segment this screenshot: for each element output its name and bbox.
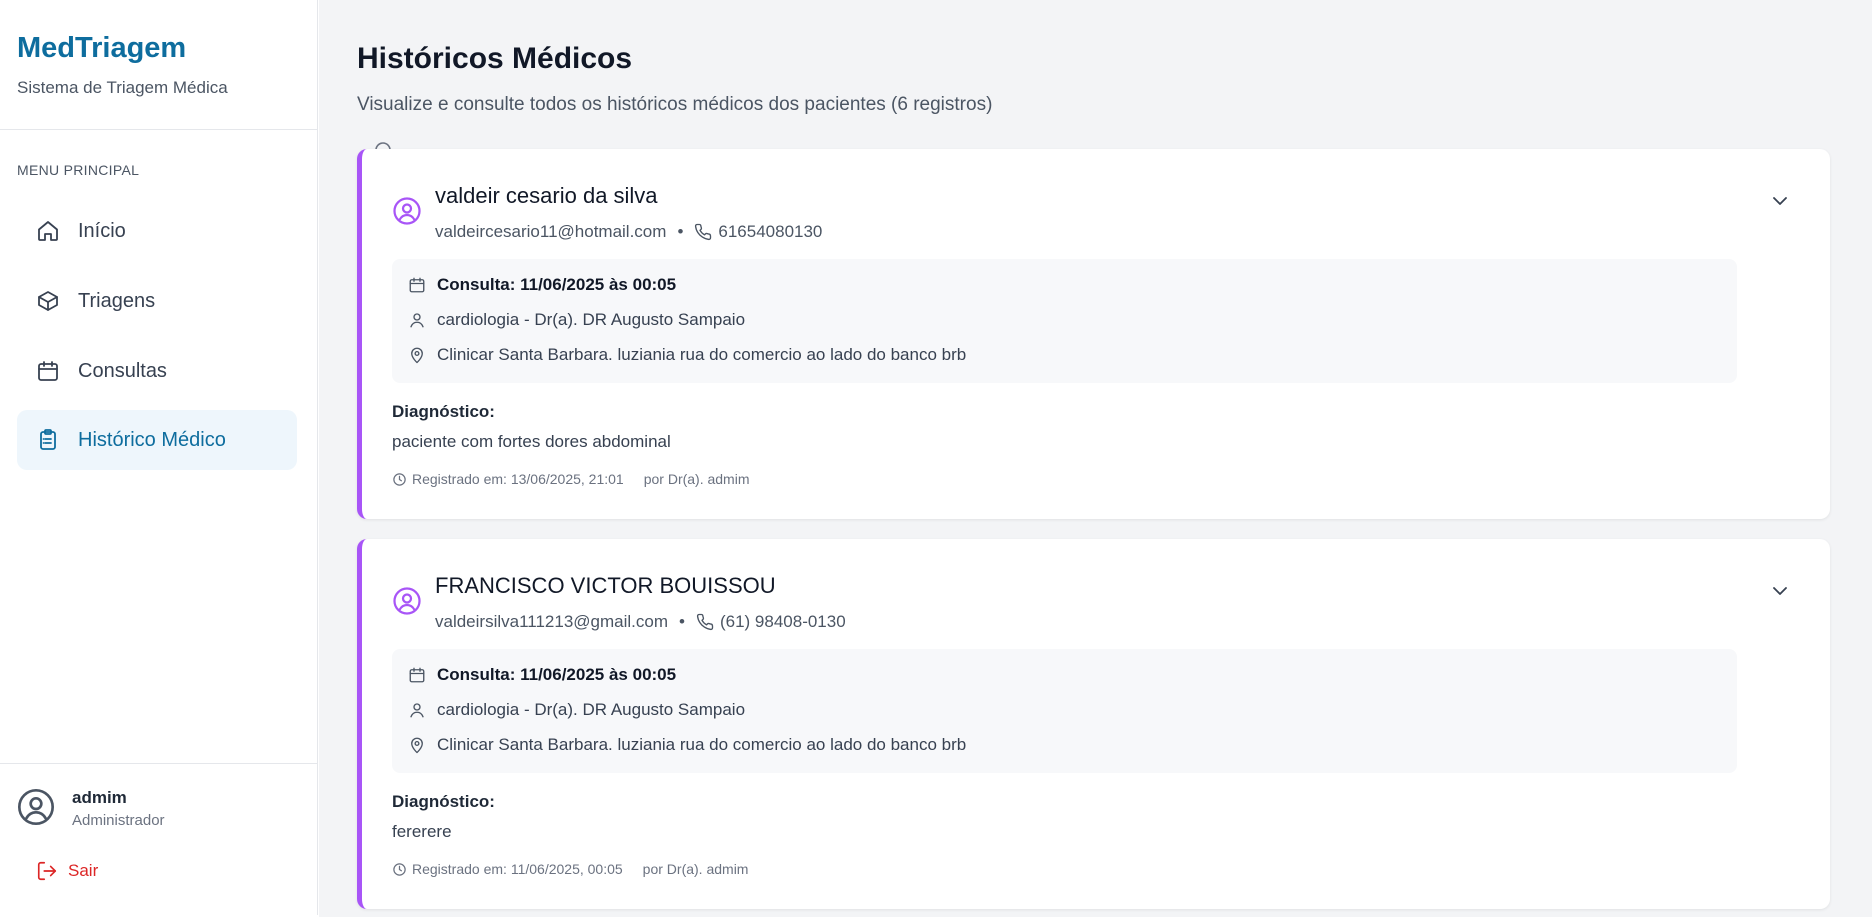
sidebar-item-label: Histórico Médico	[78, 428, 226, 451]
sidebar-item-triagens[interactable]: Triagens	[17, 271, 297, 331]
diagnosis-label: Diagnóstico:	[392, 402, 495, 421]
calendar-icon	[407, 275, 427, 295]
registered-info: Registrado em: 13/06/2025, 21:01 por Dr(…	[392, 471, 750, 487]
patient-contact: valdeircesario11@hotmail.com • 616540801…	[435, 222, 822, 242]
patient-email: valdeirsilva111213@gmail.com	[435, 612, 669, 631]
user-role: Administrador	[72, 812, 165, 829]
sidebar-item-consultas[interactable]: Consultas	[17, 341, 297, 401]
location-row: Clinicar Santa Barbara. luziania rua do …	[407, 735, 966, 755]
location-text: Clinicar Santa Barbara. luziania rua do …	[437, 345, 967, 364]
medical-record-card[interactable]: FRANCISCO VICTOR BOUISSOU valdeirsilva11…	[357, 539, 1830, 909]
calendar-icon	[36, 359, 60, 383]
sidebar-divider	[0, 763, 318, 764]
doctor-specialty: cardiologia - Dr(a). DR Augusto Sampaio	[437, 310, 746, 329]
consultation-details: Consulta: 11/06/2025 às 00:05 cardiologi…	[392, 649, 1737, 773]
calendar-icon	[407, 665, 427, 685]
brand-subtitle: Sistema de Triagem Médica	[17, 78, 228, 97]
diagnosis-label: Diagnóstico:	[392, 792, 495, 811]
sidebar-item-inicio[interactable]: Início	[17, 201, 297, 261]
sidebar-item-historico-medico[interactable]: Histórico Médico	[17, 410, 297, 470]
app-window: MedTriagem Sistema de Triagem Médica MEN…	[0, 0, 1872, 917]
patient-avatar-icon	[392, 196, 422, 226]
clock-icon	[392, 862, 407, 877]
patient-contact: valdeirsilva111213@gmail.com • (61) 9840…	[435, 612, 846, 632]
box-icon	[36, 289, 60, 313]
registered-info: Registrado em: 11/06/2025, 00:05 por Dr(…	[392, 861, 748, 877]
patient-email: valdeircesario11@hotmail.com	[435, 222, 667, 241]
doctor-row: cardiologia - Dr(a). DR Augusto Sampaio	[407, 310, 745, 330]
medical-record-card[interactable]: valdeir cesario da silva valdeircesario1…	[357, 149, 1830, 519]
user-icon	[407, 310, 427, 330]
clock-icon	[392, 472, 407, 487]
map-pin-icon	[407, 345, 427, 365]
patient-phone: 61654080130	[718, 222, 823, 241]
registered-date: Registrado em: 11/06/2025, 00:05	[412, 861, 623, 877]
phone-icon	[696, 613, 714, 631]
brand-logo-text[interactable]: MedTriagem	[17, 32, 186, 65]
sidebar-divider	[0, 129, 318, 130]
sidebar: MedTriagem Sistema de Triagem Médica MEN…	[0, 0, 318, 915]
sidebar-item-label: Triagens	[78, 289, 156, 312]
location-row: Clinicar Santa Barbara. luziania rua do …	[407, 345, 966, 365]
map-pin-icon	[407, 735, 427, 755]
registered-by: por Dr(a). admim	[643, 471, 750, 487]
consultation-date: Consulta: 11/06/2025 às 00:05	[437, 665, 677, 684]
page-subtitle: Visualize e consulte todos os históricos…	[357, 94, 993, 115]
clipboard-list-icon	[36, 428, 60, 452]
chevron-down-icon[interactable]	[1768, 579, 1792, 603]
user-icon	[407, 700, 427, 720]
patient-avatar-icon	[392, 586, 422, 616]
user-avatar-icon	[16, 787, 56, 827]
diagnosis-text: fererere	[392, 822, 452, 841]
logout-label: Sair	[68, 861, 99, 880]
doctor-specialty: cardiologia - Dr(a). DR Augusto Sampaio	[437, 700, 746, 719]
menu-section-title: MENU PRINCIPAL	[17, 162, 140, 178]
location-text: Clinicar Santa Barbara. luziania rua do …	[437, 735, 967, 754]
consultation-date-row: Consulta: 11/06/2025 às 00:05	[407, 275, 676, 295]
diagnosis-text: paciente com fortes dores abdominal	[392, 432, 671, 451]
chevron-down-icon[interactable]	[1768, 189, 1792, 213]
consultation-date-row: Consulta: 11/06/2025 às 00:05	[407, 665, 676, 685]
main-content: Históricos Médicos Visualize e consulte …	[319, 0, 1872, 917]
patient-phone: (61) 98408-0130	[719, 612, 846, 631]
sidebar-item-label: Início	[78, 219, 126, 242]
registered-date: Registrado em: 13/06/2025, 21:01	[412, 471, 624, 487]
page-title: Históricos Médicos	[357, 42, 633, 75]
consultation-details: Consulta: 11/06/2025 às 00:05 cardiologi…	[392, 259, 1737, 383]
sidebar-item-label: Consultas	[78, 359, 167, 382]
phone-icon	[694, 223, 712, 241]
registered-by: por Dr(a). admim	[642, 861, 749, 877]
contact-separator: •	[679, 612, 685, 631]
logout-button[interactable]: Sair	[36, 860, 98, 882]
doctor-row: cardiologia - Dr(a). DR Augusto Sampaio	[407, 700, 745, 720]
home-icon	[36, 219, 60, 243]
patient-name: valdeir cesario da silva	[435, 183, 658, 208]
consultation-date: Consulta: 11/06/2025 às 00:05	[437, 275, 677, 294]
contact-separator: •	[677, 222, 684, 241]
user-name: admim	[72, 788, 127, 807]
logout-icon	[36, 860, 58, 882]
patient-name: FRANCISCO VICTOR BOUISSOU	[435, 573, 776, 598]
